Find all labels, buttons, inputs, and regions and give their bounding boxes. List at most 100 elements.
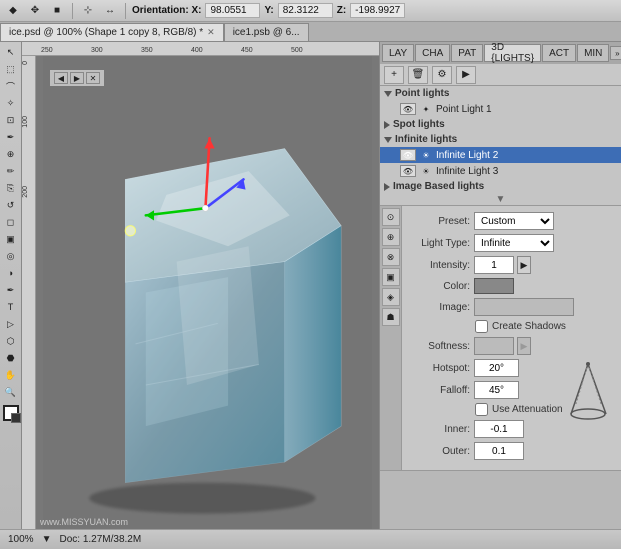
- tool-blur[interactable]: ◎: [2, 248, 20, 264]
- eye-infinite3[interactable]: 👁: [400, 165, 416, 177]
- side-icon-1[interactable]: ⊙: [382, 208, 400, 226]
- eye-infinite2[interactable]: 👁: [400, 149, 416, 161]
- render-btn[interactable]: ▶: [456, 66, 476, 84]
- create-shadows-row: Create Shadows: [410, 320, 613, 333]
- tool-eraser[interactable]: ◻: [2, 214, 20, 230]
- tool-lasso[interactable]: ⌒: [2, 78, 20, 94]
- main-area: ↖ ⬚ ⌒ ✧ ⊡ ✒ ⊕ ✏ ⎘ ↺ ◻ ▣ ◎ ◑ ✒ T ▷ ⬡ ⬣ ✋ …: [0, 42, 621, 529]
- tool-gradient[interactable]: ▣: [2, 231, 20, 247]
- tool-crop[interactable]: ⊡: [2, 112, 20, 128]
- panel-tab-min[interactable]: MIN: [577, 44, 609, 62]
- side-icon-6[interactable]: ☗: [382, 308, 400, 326]
- tool-stamp[interactable]: ⎘: [2, 180, 20, 196]
- light-icon-infinite2: ☀: [420, 149, 432, 161]
- foreground-color[interactable]: [3, 405, 19, 421]
- canvas-content[interactable]: ◀ ▶ ✕: [36, 56, 379, 529]
- right-panel: LAY CHA PAT 3D {LIGHTS} ACT MIN » + 🗑 ⚙ …: [379, 42, 621, 529]
- tool-eyedrop[interactable]: ✒: [2, 129, 20, 145]
- tool-dodge[interactable]: ◑: [2, 265, 20, 281]
- tool-hand[interactable]: ✋: [2, 367, 20, 383]
- tab-ice1-psb[interactable]: ice1.psb @ 6...: [224, 23, 309, 41]
- tool-3d[interactable]: ⬣: [2, 350, 20, 366]
- tool-icon-2[interactable]: ✥: [26, 2, 44, 20]
- orientation-label: Orientation: X:: [132, 5, 201, 16]
- softness-input[interactable]: [474, 337, 514, 355]
- infinite-lights-label: Infinite lights: [395, 134, 457, 145]
- intensity-row: Intensity: ▶: [410, 256, 613, 274]
- ruler-mark-450: 450: [241, 47, 253, 54]
- tab-close-1[interactable]: ✕: [207, 27, 215, 38]
- color-swatch[interactable]: [474, 278, 514, 294]
- light-item-infinite3[interactable]: 👁 ☀ Infinite Light 3: [380, 163, 621, 179]
- tool-heal[interactable]: ⊕: [2, 146, 20, 162]
- outer-input[interactable]: [474, 442, 524, 460]
- panel-tab-3d[interactable]: 3D {LIGHTS}: [484, 44, 541, 62]
- point-lights-header[interactable]: Point lights: [380, 86, 621, 101]
- tool-path[interactable]: ▷: [2, 316, 20, 332]
- intensity-arrow[interactable]: ▶: [517, 256, 531, 274]
- inner-input[interactable]: [474, 420, 524, 438]
- ruler-mark-500: 500: [291, 47, 303, 54]
- tool-icon-5[interactable]: ↔: [101, 2, 119, 20]
- tool-pen[interactable]: ✒: [2, 282, 20, 298]
- inner-control: [474, 420, 524, 438]
- tool-shape[interactable]: ⬡: [2, 333, 20, 349]
- panel-tab-cha[interactable]: CHA: [415, 44, 450, 62]
- use-attenuation-label: Use Attenuation: [492, 404, 563, 415]
- tab-ice-psd[interactable]: ice.psd @ 100% (Shape 1 copy 8, RGB/8) *…: [0, 23, 224, 41]
- spot-lights-header[interactable]: Spot lights: [380, 117, 621, 132]
- color-row: Color:: [410, 278, 613, 294]
- image-input[interactable]: [474, 298, 574, 316]
- panel-tab-pat[interactable]: PAT: [451, 44, 483, 62]
- softness-arrow[interactable]: ▶: [517, 337, 531, 355]
- spot-lights-collapse-icon: [384, 121, 390, 129]
- eye-point1[interactable]: 👁: [400, 103, 416, 115]
- tool-icon-4[interactable]: ⊹: [79, 2, 97, 20]
- panel-tab-act[interactable]: ACT: [542, 44, 576, 62]
- tool-wand[interactable]: ✧: [2, 95, 20, 111]
- light-type-select[interactable]: Infinite: [474, 234, 554, 252]
- point-lights-label: Point lights: [395, 88, 449, 99]
- y-label: Y:: [264, 5, 273, 16]
- create-shadows-checkbox[interactable]: [475, 320, 488, 333]
- add-light-btn[interactable]: +: [384, 66, 404, 84]
- tool-icon-3[interactable]: ■: [48, 2, 66, 20]
- light-item-point1[interactable]: 👁 ✦ Point Light 1: [380, 101, 621, 117]
- tool-zoom[interactable]: 🔍: [2, 384, 20, 400]
- nav-prev[interactable]: ◀: [54, 72, 68, 84]
- intensity-input[interactable]: [474, 256, 514, 274]
- outer-row: Outer:: [410, 442, 613, 460]
- falloff-input[interactable]: [474, 381, 519, 399]
- nav-close[interactable]: ✕: [86, 72, 100, 84]
- settings-btn[interactable]: ⚙: [432, 66, 452, 84]
- tool-icon-1[interactable]: ◆: [4, 2, 22, 20]
- tool-select-rect[interactable]: ⬚: [2, 61, 20, 77]
- ruler-mark-350: 350: [141, 47, 153, 54]
- tool-text[interactable]: T: [2, 299, 20, 315]
- panel-collapse[interactable]: »: [610, 46, 621, 60]
- preset-select[interactable]: Custom: [474, 212, 554, 230]
- side-icon-4[interactable]: ▣: [382, 268, 400, 286]
- image-lights-header[interactable]: Image Based lights: [380, 179, 621, 194]
- hotspot-input[interactable]: [474, 359, 519, 377]
- side-icon-5[interactable]: ◈: [382, 288, 400, 306]
- infinite-lights-header[interactable]: Infinite lights: [380, 132, 621, 147]
- side-icon-2[interactable]: ⊕: [382, 228, 400, 246]
- tool-brush[interactable]: ✏: [2, 163, 20, 179]
- use-attenuation-checkbox[interactable]: [475, 403, 488, 416]
- tool-move[interactable]: ↖: [2, 44, 20, 60]
- image-lights-collapse-icon: [384, 183, 390, 191]
- image-lights-label: Image Based lights: [393, 181, 484, 192]
- ruler-top: 250 300 350 400 450 500: [22, 42, 379, 56]
- panel-tab-lay[interactable]: LAY: [382, 44, 414, 62]
- scroll-down[interactable]: ▼: [380, 194, 621, 205]
- light-type-label: Light Type:: [410, 238, 470, 249]
- tool-history[interactable]: ↺: [2, 197, 20, 213]
- delete-light-btn[interactable]: 🗑: [408, 66, 428, 84]
- nav-next[interactable]: ▶: [70, 72, 84, 84]
- ruler-left: 0 100 200: [22, 56, 36, 529]
- side-icon-3[interactable]: ⊗: [382, 248, 400, 266]
- light-item-infinite2[interactable]: 👁 ☀ Infinite Light 2: [380, 147, 621, 163]
- watermark: www.MISSYUAN.com: [40, 517, 128, 527]
- light-type-row: Light Type: Infinite: [410, 234, 613, 252]
